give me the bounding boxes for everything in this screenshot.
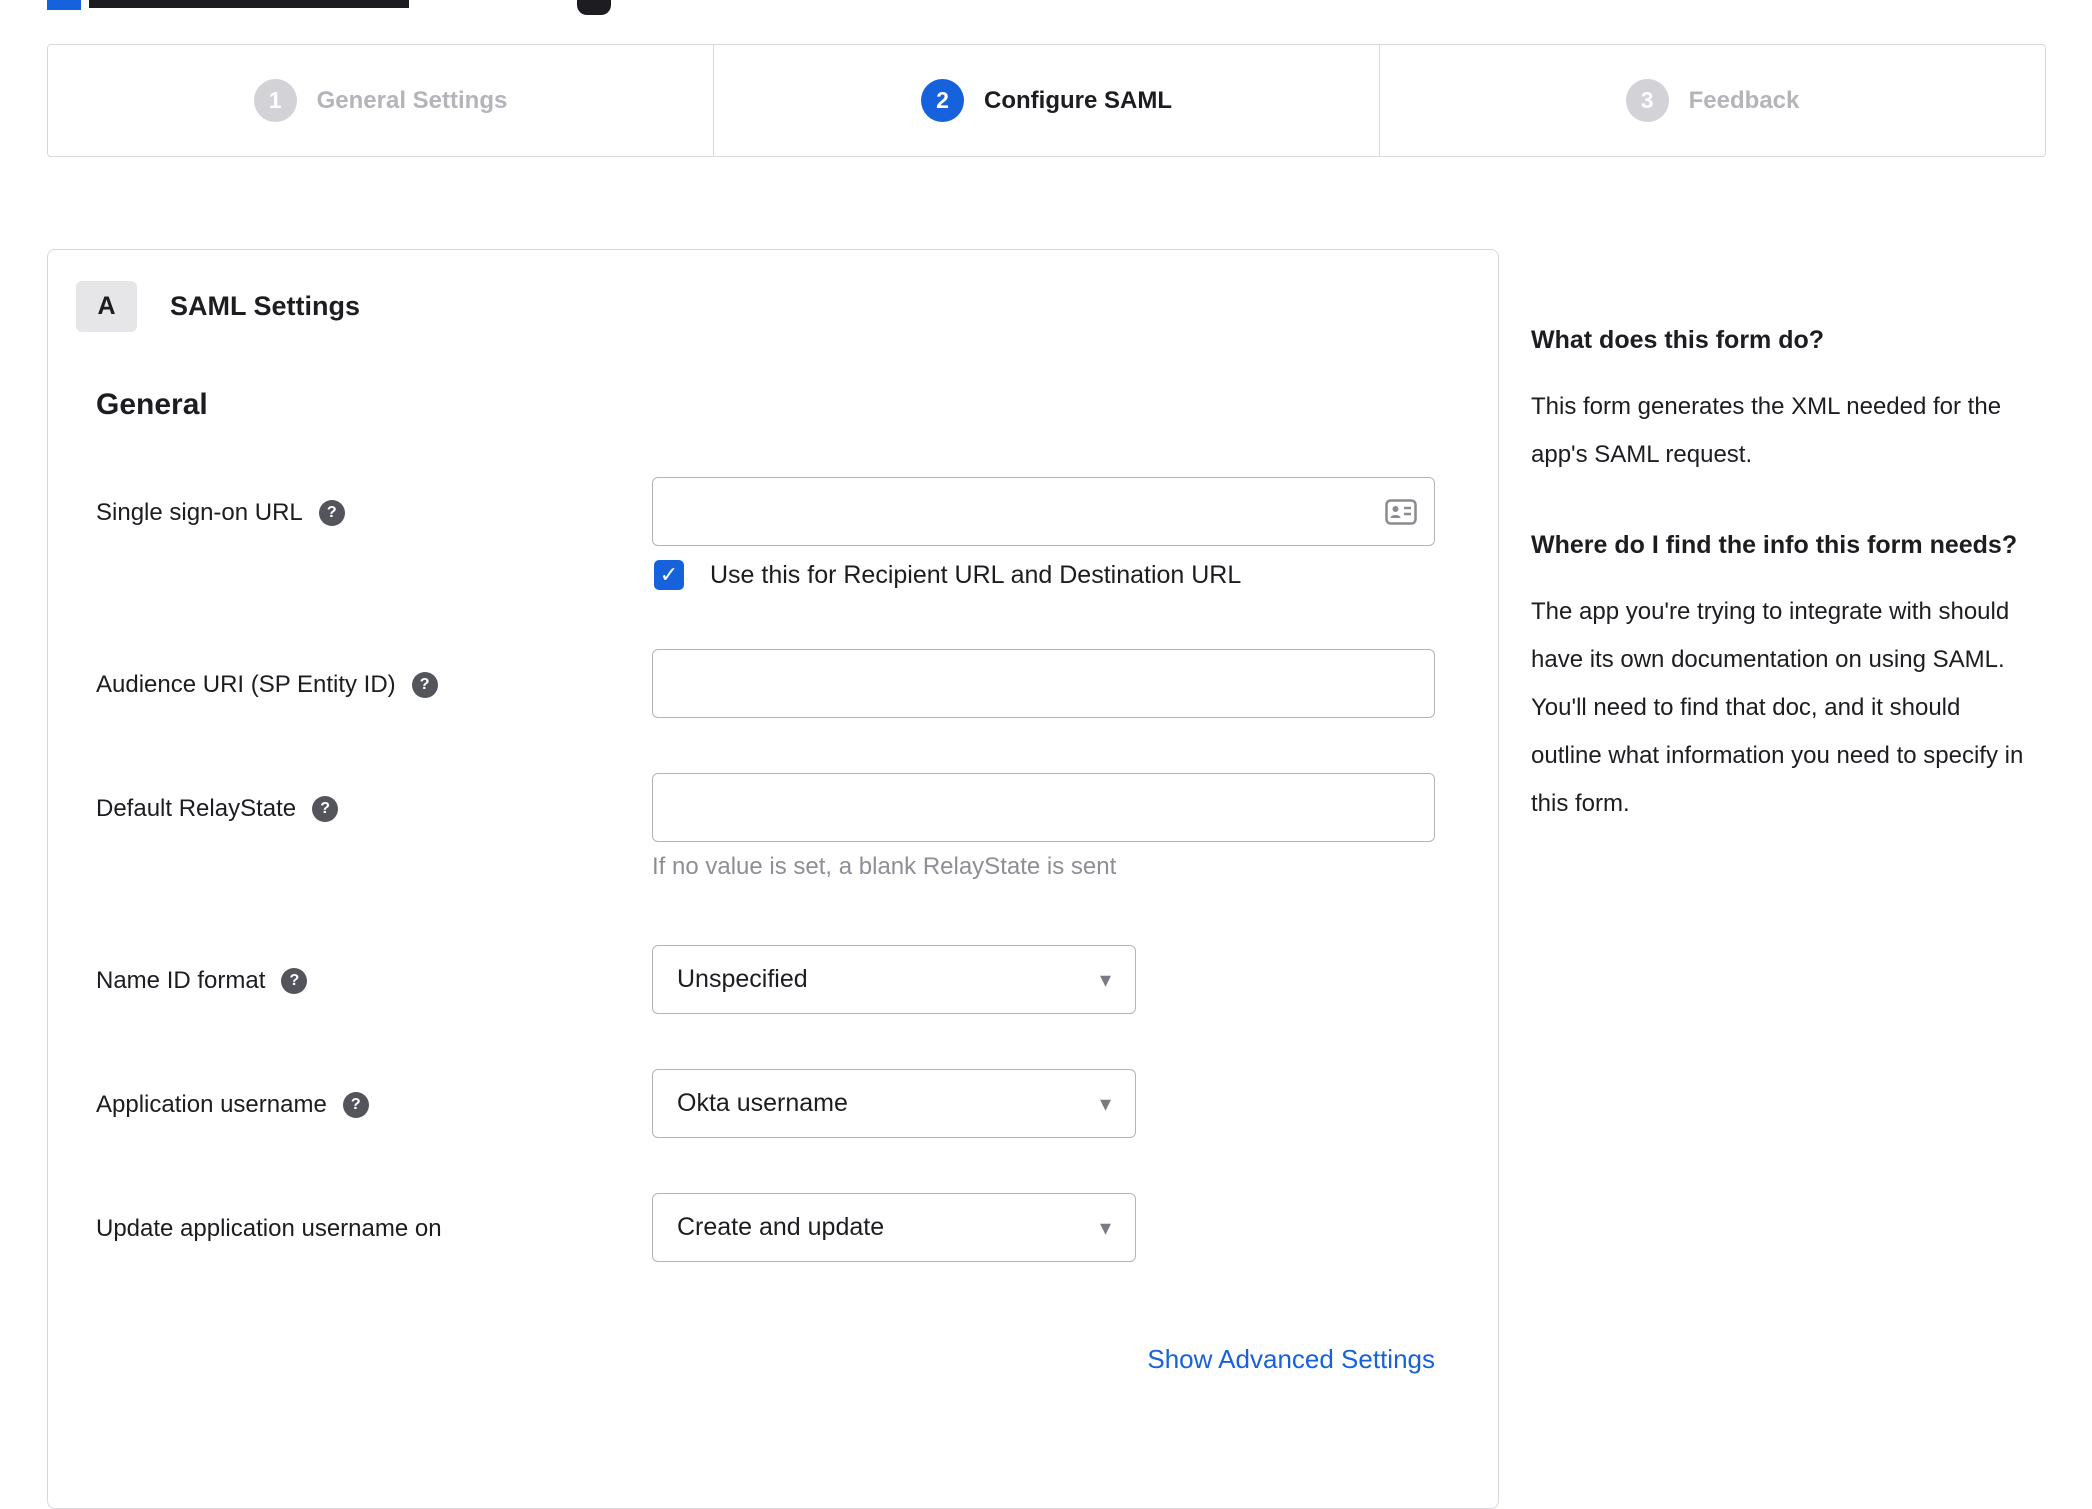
saml-settings-card: A SAML Settings General Single sign-on U… [47,249,1499,1509]
section-a-badge: A [76,281,137,332]
step-3-circle: 3 [1625,79,1669,122]
update-app-username-value: Create and update [677,1213,885,1241]
update-app-username-select[interactable]: Create and update ▾ [652,1193,1136,1262]
audience-uri-label: Audience URI (SP Entity ID) ? [96,669,438,701]
name-id-format-label: Name ID format ? [96,965,308,997]
sso-url-input[interactable] [652,477,1435,546]
show-advanced-settings-link[interactable]: Show Advanced Settings [652,1344,1435,1375]
relay-state-label: Default RelayState ? [96,793,339,825]
update-app-username-label: Update application username on [96,1215,442,1242]
contact-card-icon[interactable] [1385,499,1417,530]
wizard-stepper: 1 General Settings 2 Configure SAML 3 Fe… [47,44,2046,157]
sso-url-help-icon[interactable]: ? [318,500,345,526]
audience-uri-input-wrap [652,649,1435,718]
step-3-label: Feedback [1688,86,1800,114]
step-general-settings[interactable]: 1 General Settings [47,44,714,157]
step-1-circle: 1 [253,79,297,122]
app-username-select[interactable]: Okta username ▾ [652,1069,1136,1138]
step-2-circle: 2 [921,79,964,122]
help-section-2-title: Where do I find the info this form needs… [1531,531,2018,559]
relay-state-input[interactable] [652,773,1435,842]
sso-url-label: Single sign-on URL ? [96,497,345,529]
step-configure-saml[interactable]: 2 Configure SAML [714,44,1380,157]
card-title: SAML Settings [170,291,361,321]
chevron-down-icon: ▾ [1099,966,1111,992]
relay-state-help-icon[interactable]: ? [312,796,339,822]
step-1-label: General Settings [316,86,508,114]
recipient-url-checkbox-label[interactable]: Use this for Recipient URL and Destinati… [710,561,1241,590]
relay-state-hint: If no value is set, a blank RelayState i… [652,853,1117,880]
sso-url-input-wrap [652,477,1435,546]
help-section-1-title: What does this form do? [1531,326,1825,354]
name-id-format-help-icon[interactable]: ? [281,968,308,994]
general-group-title: General [96,388,208,421]
header-icon-fragment [577,0,611,15]
chevron-down-icon: ▾ [1099,1090,1111,1116]
checkmark-icon: ✓ [659,562,679,587]
relay-state-input-wrap [652,773,1435,842]
sso-checkbox-row: ✓ Use this for Recipient URL and Destina… [654,560,1241,590]
logo-fragment [47,0,81,10]
help-sidebar: What does this form do? This form genera… [1531,318,2036,872]
card-header: A SAML Settings [76,281,360,332]
recipient-url-checkbox[interactable]: ✓ [654,560,684,590]
chevron-down-icon: ▾ [1099,1214,1111,1240]
page-title-fragment [89,0,409,8]
name-id-format-select[interactable]: Unspecified ▾ [652,945,1136,1014]
app-username-help-icon[interactable]: ? [342,1092,369,1118]
audience-uri-input[interactable] [652,649,1435,718]
app-username-value: Okta username [677,1089,848,1117]
app-username-label: Application username ? [96,1089,369,1121]
help-section-1-body: This form generates the XML needed for t… [1531,393,2002,468]
audience-uri-help-icon[interactable]: ? [411,672,438,698]
step-feedback[interactable]: 3 Feedback [1380,44,2046,157]
help-section-2-body: The app you're trying to integrate with … [1531,598,2024,817]
name-id-format-value: Unspecified [677,965,808,993]
step-2-label: Configure SAML [984,86,1172,114]
